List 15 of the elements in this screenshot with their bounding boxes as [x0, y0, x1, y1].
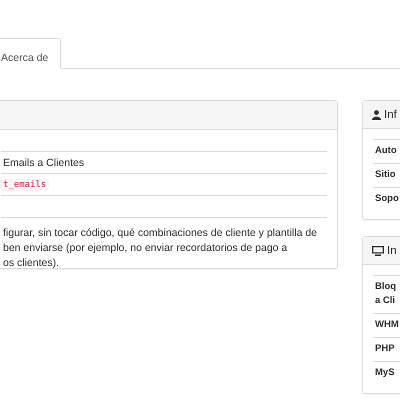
info-label: WHM	[375, 318, 400, 332]
table-cell: Emails a Clientes	[3, 156, 84, 168]
info-label: PHP	[375, 342, 396, 356]
monitor-icon	[372, 246, 384, 256]
info-label: MyS	[375, 366, 396, 380]
info-label: Bloq a Cli	[375, 280, 398, 308]
description-text: figurar, sin tocar código, qué combinaciones de cliente y plantilla de ben enviarse (por ejemplo, no enviar recordatorios de pago a os clientes).	[1, 217, 327, 271]
panel-title: Inf	[384, 108, 397, 120]
info-label: Auto	[375, 144, 398, 158]
panel-title: In	[387, 244, 397, 256]
info-label: Sopo	[375, 192, 400, 206]
info-label: Sitio	[375, 168, 397, 182]
code-snippet: t_emails	[0, 178, 50, 190]
tab[interactable]: Acerca de	[0, 38, 62, 69]
user-icon	[372, 110, 381, 120]
